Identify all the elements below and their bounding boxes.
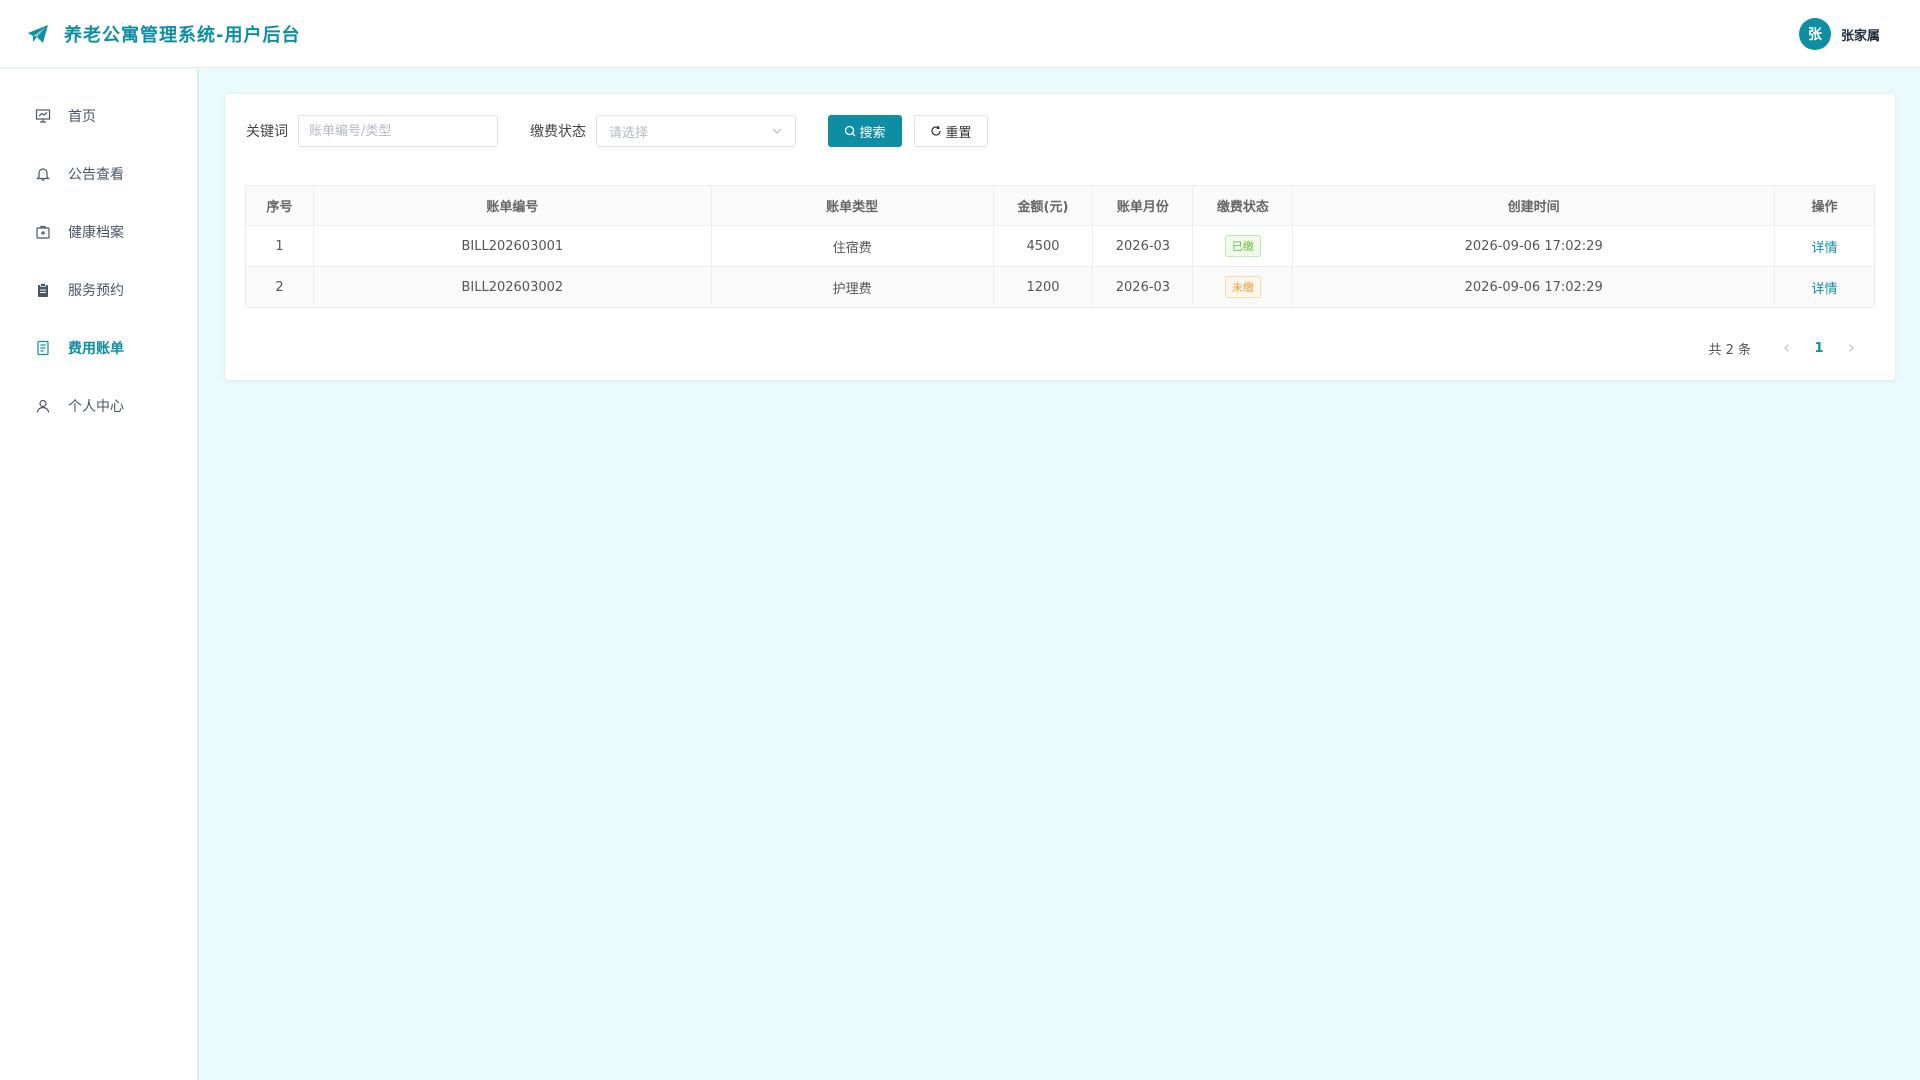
cell-amount: 4500: [992, 225, 1094, 267]
keyword-label: 关键词: [246, 124, 288, 140]
column-header: 序号: [245, 185, 314, 226]
cell-month: 2026-03: [1092, 266, 1194, 308]
reset-button[interactable]: 重置: [914, 115, 988, 147]
sidebar-item-billing[interactable]: 费用账单: [0, 319, 197, 377]
column-header: 创建时间: [1292, 185, 1776, 226]
cell-action: 详情: [1774, 266, 1875, 308]
app-title: 养老公寓管理系统-用户后台: [64, 24, 301, 46]
sidebar-item-label: 个人中心: [68, 399, 124, 415]
cell-index: 2: [245, 266, 314, 308]
cell-bill-no: BILL202603001: [312, 225, 712, 267]
cell-amount: 1200: [992, 266, 1094, 308]
first-aid-kit-icon: [34, 223, 52, 241]
column-header: 操作: [1774, 185, 1875, 226]
column-header: 账单类型: [710, 185, 994, 226]
table-row: 1 BILL202603001 住宿费 4500 2026-03 已缴 2026…: [245, 225, 1875, 267]
status-label: 缴费状态: [530, 124, 586, 140]
presentation-chart-icon: [34, 107, 52, 125]
cell-created: 2026-09-06 17:02:29: [1292, 266, 1776, 308]
keyword-input[interactable]: [298, 115, 498, 147]
chevron-right-icon: [1849, 344, 1854, 352]
document-icon: [34, 339, 52, 357]
paper-plane-icon: [28, 24, 48, 43]
status-badge: 已缴: [1224, 235, 1261, 257]
billing-card: 关键词 缴费状态 请选择 搜索 重置 序号: [225, 94, 1895, 380]
brand: 养老公寓管理系统-用户后台: [26, 21, 300, 47]
table-row: 2 BILL202603002 护理费 1200 2026-03 未缴 2026…: [245, 266, 1875, 308]
column-header: 金额(元): [992, 185, 1094, 226]
detail-link[interactable]: 详情: [1812, 241, 1838, 256]
bell-icon: [34, 165, 52, 183]
sidebar-item-label: 费用账单: [68, 341, 124, 357]
prev-page-button[interactable]: [1771, 334, 1803, 362]
user-icon: [34, 397, 52, 415]
sidebar-item-label: 服务预约: [68, 283, 124, 299]
column-header: 缴费状态: [1192, 185, 1294, 226]
chevron-down-icon: [772, 128, 782, 134]
search-button[interactable]: 搜索: [828, 115, 902, 147]
next-page-button[interactable]: [1835, 334, 1867, 362]
sidebar-item-profile[interactable]: 个人中心: [0, 377, 197, 435]
sidebar-item-health-records[interactable]: 健康档案: [0, 203, 197, 261]
sidebar-item-label: 健康档案: [68, 225, 124, 241]
sidebar-item-service-booking[interactable]: 服务预约: [0, 261, 197, 319]
cell-type: 住宿费: [710, 225, 994, 267]
column-header: 账单月份: [1092, 185, 1194, 226]
clipboard-icon: [34, 281, 52, 299]
table-header-row: 序号 账单编号 账单类型 金额(元) 账单月份 缴费状态 创建时间 操作: [245, 185, 1875, 226]
page-number[interactable]: 1: [1803, 334, 1835, 362]
sidebar: 首页 公告查看 健康档案 服务预约 费用账单 个人中心: [0, 69, 199, 1080]
cell-action: 详情: [1774, 225, 1875, 267]
search-button-label: 搜索: [859, 125, 886, 141]
cell-index: 1: [245, 225, 314, 267]
refresh-icon: [931, 125, 942, 136]
cell-status: 已缴: [1192, 225, 1294, 267]
user-menu[interactable]: 张 张家属: [1798, 18, 1880, 50]
avatar[interactable]: 张: [1798, 18, 1831, 50]
status-badge: 未缴: [1224, 276, 1261, 298]
user-name[interactable]: 张家属: [1841, 25, 1880, 44]
cell-status: 未缴: [1192, 266, 1294, 308]
sidebar-item-label: 首页: [68, 109, 96, 125]
sidebar-item-home[interactable]: 首页: [0, 87, 197, 145]
billing-table: 序号 账单编号 账单类型 金额(元) 账单月份 缴费状态 创建时间 操作 1 B…: [245, 185, 1875, 308]
status-select[interactable]: 请选择: [596, 115, 796, 147]
search-icon: [845, 125, 856, 137]
sidebar-item-notices[interactable]: 公告查看: [0, 145, 197, 203]
pagination: 共 2 条 1: [1708, 334, 1867, 362]
filter-bar: 关键词 缴费状态 请选择 搜索 重置: [246, 115, 988, 147]
cell-type: 护理费: [710, 266, 994, 308]
cell-month: 2026-03: [1092, 225, 1194, 267]
sidebar-item-label: 公告查看: [68, 167, 124, 183]
cell-created: 2026-09-06 17:02:29: [1292, 225, 1776, 267]
top-bar: 养老公寓管理系统-用户后台 张 张家属: [0, 0, 1920, 68]
chevron-left-icon: [1784, 344, 1789, 352]
cell-bill-no: BILL202603002: [312, 266, 712, 308]
pagination-total: 共 2 条: [1708, 342, 1751, 358]
detail-link[interactable]: 详情: [1812, 282, 1838, 297]
reset-button-label: 重置: [945, 125, 972, 141]
column-header: 账单编号: [312, 185, 712, 226]
status-select-placeholder: 请选择: [609, 125, 649, 141]
